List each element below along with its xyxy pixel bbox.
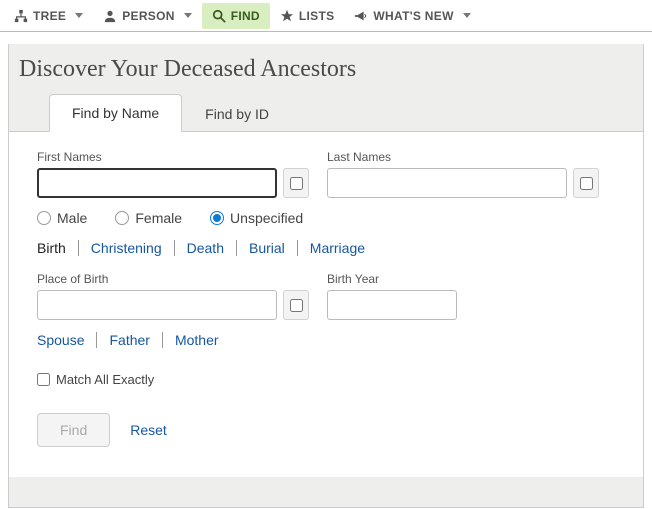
reset-link[interactable]: Reset — [130, 422, 167, 438]
radio-female-label: Female — [135, 210, 182, 226]
person-icon — [103, 9, 117, 23]
place-of-birth-label: Place of Birth — [37, 272, 309, 286]
first-names-exact-checkbox[interactable] — [290, 177, 303, 190]
radio-male-label: Male — [57, 210, 87, 226]
place-of-birth-input[interactable] — [37, 290, 277, 320]
last-names-label: Last Names — [327, 150, 599, 164]
nav-tree-label: TREE — [33, 9, 66, 23]
chevron-down-icon — [184, 13, 192, 18]
nav-person[interactable]: PERSON — [93, 3, 201, 29]
nav-find[interactable]: FIND — [202, 3, 270, 29]
last-names-exact-box — [573, 168, 599, 198]
star-icon — [280, 9, 294, 23]
place-of-birth-exact-checkbox[interactable] — [290, 299, 303, 312]
match-all-row: Match All Exactly — [37, 372, 615, 387]
radio-unspecified[interactable]: Unspecified — [210, 210, 303, 226]
nav-tree[interactable]: TREE — [4, 3, 93, 29]
event-type-row: Birth Christening Death Burial Marriage — [37, 240, 615, 256]
radio-dot-icon — [115, 211, 129, 225]
search-icon — [212, 9, 226, 23]
relative-row: Spouse Father Mother — [37, 332, 615, 348]
last-names-field: Last Names — [327, 150, 599, 198]
event-marriage[interactable]: Marriage — [298, 240, 377, 256]
nav-person-label: PERSON — [122, 9, 174, 23]
nav-lists-label: LISTS — [299, 9, 335, 23]
find-button[interactable]: Find — [37, 413, 110, 447]
nav-find-label: FIND — [231, 9, 260, 23]
nav-whatsnew[interactable]: WHAT'S NEW — [344, 3, 480, 29]
event-death[interactable]: Death — [175, 240, 237, 256]
first-names-input[interactable] — [37, 168, 277, 198]
tab-find-by-name[interactable]: Find by Name — [49, 94, 182, 132]
tabs: Find by Name Find by ID — [9, 93, 643, 132]
last-names-exact-checkbox[interactable] — [580, 177, 593, 190]
first-names-field: First Names — [37, 150, 309, 198]
search-panel: First Names Last Names — [9, 132, 643, 477]
chevron-down-icon — [75, 13, 83, 18]
page-title: Discover Your Deceased Ancestors — [9, 44, 643, 93]
event-christening[interactable]: Christening — [79, 240, 175, 256]
chevron-down-icon — [463, 13, 471, 18]
birth-year-field: Birth Year — [327, 272, 457, 320]
page-container: Discover Your Deceased Ancestors Find by… — [8, 44, 644, 508]
relative-spouse[interactable]: Spouse — [37, 332, 97, 348]
radio-dot-icon — [210, 211, 224, 225]
megaphone-icon — [354, 9, 368, 23]
nav-lists[interactable]: LISTS — [270, 3, 345, 29]
radio-unspecified-label: Unspecified — [230, 210, 303, 226]
birth-year-input[interactable] — [327, 290, 457, 320]
first-names-exact-box — [283, 168, 309, 198]
match-all-label: Match All Exactly — [56, 372, 154, 387]
last-names-input[interactable] — [327, 168, 567, 198]
radio-dot-icon — [37, 211, 51, 225]
nav-whatsnew-label: WHAT'S NEW — [373, 9, 453, 23]
event-burial[interactable]: Burial — [237, 240, 298, 256]
relative-father[interactable]: Father — [97, 332, 162, 348]
event-birth[interactable]: Birth — [37, 240, 79, 256]
place-of-birth-exact-box — [283, 290, 309, 320]
match-all-checkbox[interactable] — [37, 373, 50, 386]
tab-find-by-id[interactable]: Find by ID — [182, 95, 292, 132]
first-names-label: First Names — [37, 150, 309, 164]
place-of-birth-field: Place of Birth — [37, 272, 309, 320]
actions-row: Find Reset — [37, 413, 615, 447]
top-nav: TREE PERSON FIND LISTS WHAT'S NEW — [0, 0, 652, 32]
radio-female[interactable]: Female — [115, 210, 182, 226]
radio-male[interactable]: Male — [37, 210, 87, 226]
gender-radios: Male Female Unspecified — [37, 210, 615, 226]
tree-icon — [14, 9, 28, 23]
relative-mother[interactable]: Mother — [163, 332, 231, 348]
birth-year-label: Birth Year — [327, 272, 457, 286]
